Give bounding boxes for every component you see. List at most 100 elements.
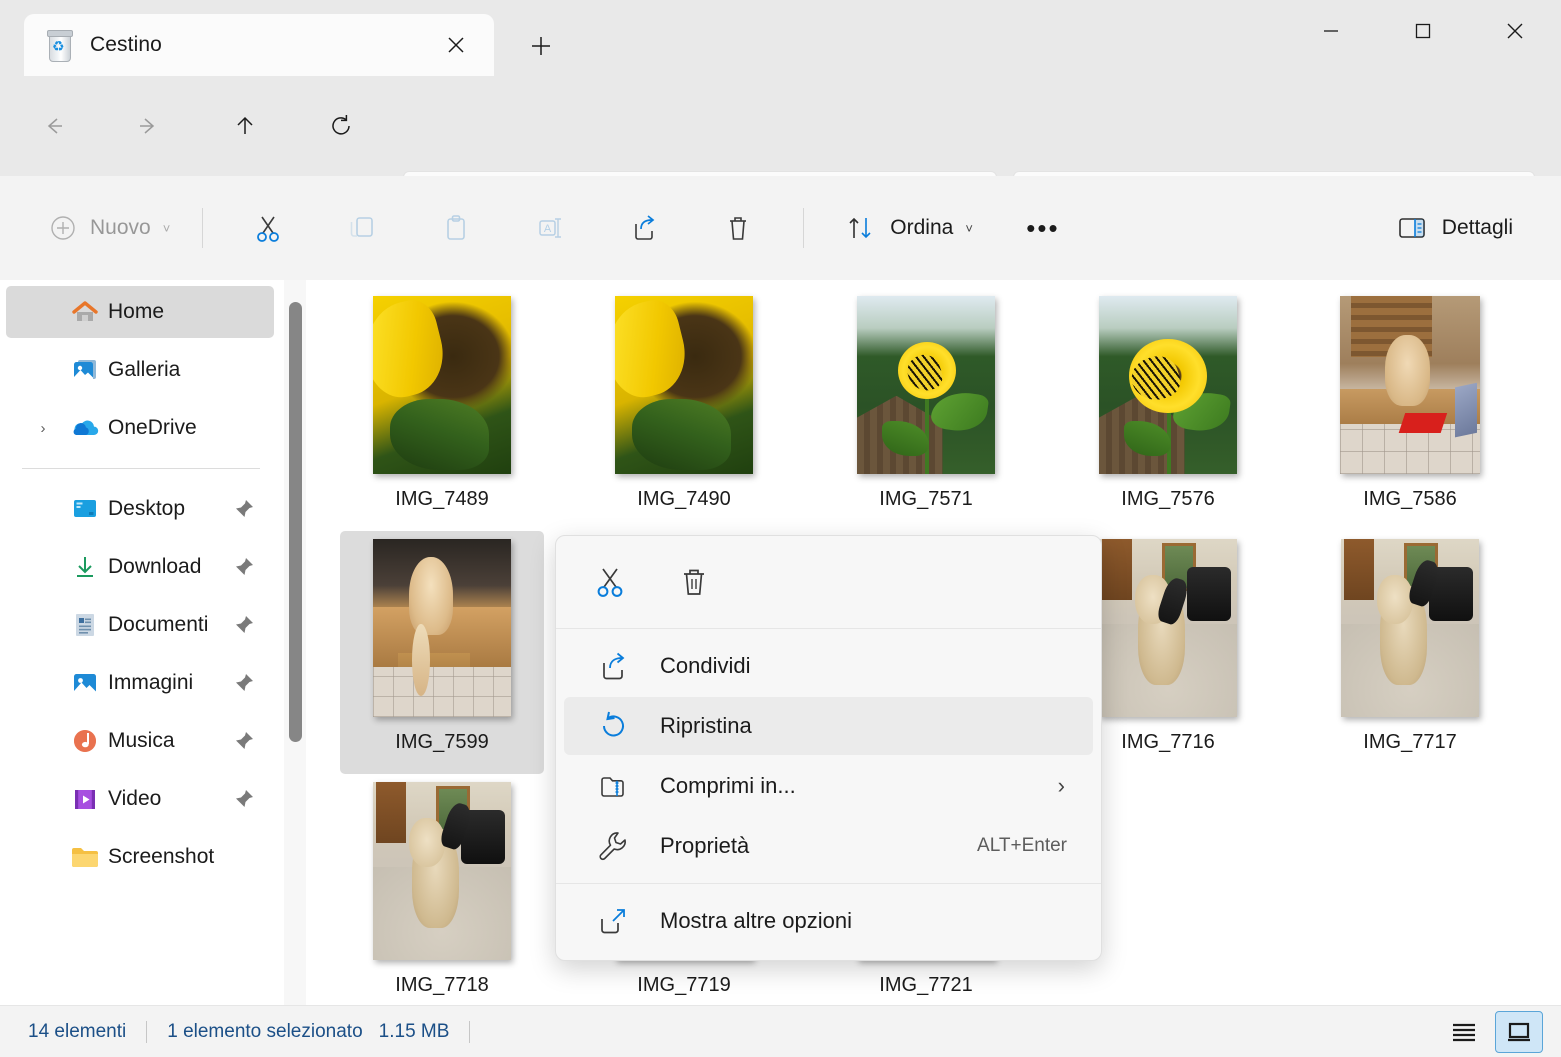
file-tile[interactable]: IMG_7717 xyxy=(1308,531,1512,774)
desktop-icon xyxy=(70,494,100,524)
cut-icon xyxy=(591,563,629,601)
file-name: IMG_7599 xyxy=(395,731,488,754)
file-thumbnail xyxy=(857,296,995,474)
see-more-button[interactable]: ••• xyxy=(1015,202,1071,254)
file-tile[interactable]: IMG_7576 xyxy=(1066,288,1270,531)
file-thumbnail xyxy=(615,296,753,474)
tiles-view-button[interactable] xyxy=(1495,1011,1543,1053)
close-icon xyxy=(445,34,467,56)
sidebar-scrollbar-thumb[interactable] xyxy=(289,302,302,742)
sidebar-item-label: Screenshot xyxy=(108,845,214,869)
large-icons-view-icon xyxy=(1504,1019,1534,1045)
pin-icon[interactable] xyxy=(232,613,256,637)
svg-text:A: A xyxy=(544,223,552,235)
chevron-right-icon[interactable]: › xyxy=(30,415,56,441)
file-thumbnail xyxy=(1340,296,1480,474)
view-toggle-group xyxy=(1433,1011,1543,1053)
sidebar-item-label: OneDrive xyxy=(108,416,197,440)
pin-icon[interactable] xyxy=(232,671,256,695)
file-name: IMG_7490 xyxy=(637,488,730,511)
close-tab-button[interactable] xyxy=(438,27,474,63)
file-tile[interactable]: IMG_7586 xyxy=(1308,288,1512,531)
sidebar-item-video[interactable]: Video xyxy=(6,773,274,825)
sort-button[interactable]: Ordina ˅ xyxy=(830,200,987,256)
download-icon xyxy=(70,552,100,582)
context-menu-item-condividi[interactable]: Condividi xyxy=(564,637,1093,695)
back-button[interactable] xyxy=(26,99,80,153)
file-thumbnail xyxy=(1341,539,1479,717)
status-divider-2 xyxy=(469,1021,470,1043)
paste-button[interactable] xyxy=(429,201,483,255)
minimize-button[interactable] xyxy=(1285,0,1377,62)
new-button[interactable]: Nuovo ˅ xyxy=(34,200,184,256)
sidebar-item-documenti[interactable]: Documenti xyxy=(6,599,274,651)
sidebar-item-onedrive[interactable]: › OneDrive xyxy=(6,402,274,454)
file-tile[interactable]: IMG_7490 xyxy=(582,288,786,531)
status-divider xyxy=(146,1021,147,1043)
sort-icon xyxy=(844,212,876,244)
rename-button[interactable]: A xyxy=(523,201,577,255)
file-name: IMG_7721 xyxy=(879,974,972,997)
restore-icon xyxy=(596,709,630,743)
up-button[interactable] xyxy=(218,99,272,153)
delete-button[interactable] xyxy=(711,201,765,255)
selection-size: 1.15 MB xyxy=(379,1021,450,1043)
sidebar-item-desktop[interactable]: Desktop xyxy=(6,483,274,535)
recycle-bin-icon: ♻ xyxy=(46,30,72,60)
context-menu-item-mostra-altre-opzioni[interactable]: Mostra altre opzioni xyxy=(564,892,1093,950)
title-bar: ♻ Cestino xyxy=(0,0,1561,76)
navigation-bar: › Cestino xyxy=(0,76,1561,176)
plus-icon xyxy=(529,34,553,58)
chevron-right-icon: › xyxy=(1058,773,1065,799)
sidebar-item-home[interactable]: Home xyxy=(6,286,274,338)
forward-button[interactable] xyxy=(122,99,176,153)
file-name: IMG_7716 xyxy=(1121,731,1214,754)
zip-icon xyxy=(596,769,630,803)
video-icon xyxy=(70,784,100,814)
context-cut-button[interactable] xyxy=(582,554,638,610)
sidebar-item-download[interactable]: Download xyxy=(6,541,274,593)
refresh-button[interactable] xyxy=(314,99,368,153)
documents-icon xyxy=(70,610,100,640)
pin-icon[interactable] xyxy=(232,729,256,753)
tab-cestino[interactable]: ♻ Cestino xyxy=(24,14,494,76)
pin-icon[interactable] xyxy=(232,555,256,579)
sidebar-item-screenshot[interactable]: Screenshot xyxy=(6,831,274,883)
pin-icon[interactable] xyxy=(232,497,256,521)
details-pane-button[interactable]: Dettagli xyxy=(1382,200,1527,256)
close-window-button[interactable] xyxy=(1469,0,1561,62)
cut-button[interactable] xyxy=(241,201,295,255)
sidebar-scrollbar[interactable] xyxy=(284,280,306,1005)
file-tile[interactable]: IMG_7489 xyxy=(340,288,544,531)
context-menu-item-ripristina[interactable]: Ripristina xyxy=(564,697,1093,755)
file-tile-selected[interactable]: IMG_7599 xyxy=(340,531,544,774)
paste-icon xyxy=(439,211,473,245)
file-tile[interactable]: IMG_7718 xyxy=(340,774,544,1005)
file-explorer-window: ♻ Cestino xyxy=(0,0,1561,1057)
list-view-button[interactable] xyxy=(1441,1012,1487,1052)
details-pane-icon xyxy=(1396,214,1428,242)
context-menu-item-comprimi-in[interactable]: Comprimi in... › xyxy=(564,757,1093,815)
new-tab-button[interactable] xyxy=(518,24,564,68)
command-bar: Nuovo ˅ A xyxy=(0,176,1561,280)
sidebar-item-musica[interactable]: Musica xyxy=(6,715,274,767)
file-tile[interactable]: IMG_7571 xyxy=(824,288,1028,531)
file-thumbnail xyxy=(1099,296,1237,474)
sidebar-item-label: Documenti xyxy=(108,613,208,637)
trash-icon xyxy=(675,563,713,601)
file-thumbnail xyxy=(373,782,511,960)
copy-button[interactable] xyxy=(335,201,389,255)
status-bar: 14 elementi 1 elemento selezionato 1.15 … xyxy=(0,1005,1561,1057)
context-menu-items: Condividi Ripristina xyxy=(556,629,1101,960)
share-button[interactable] xyxy=(617,201,671,255)
share-icon xyxy=(627,211,661,245)
sidebar-item-immagini[interactable]: Immagini xyxy=(6,657,274,709)
sidebar-item-galleria[interactable]: Galleria xyxy=(6,344,274,396)
maximize-button[interactable] xyxy=(1377,0,1469,62)
context-menu-item-proprieta[interactable]: Proprietà ALT+Enter xyxy=(564,817,1093,875)
context-delete-button[interactable] xyxy=(666,554,722,610)
chevron-down-icon: ˅ xyxy=(163,221,171,236)
cut-icon xyxy=(251,211,285,245)
gallery-icon xyxy=(70,355,100,385)
pin-icon[interactable] xyxy=(232,787,256,811)
